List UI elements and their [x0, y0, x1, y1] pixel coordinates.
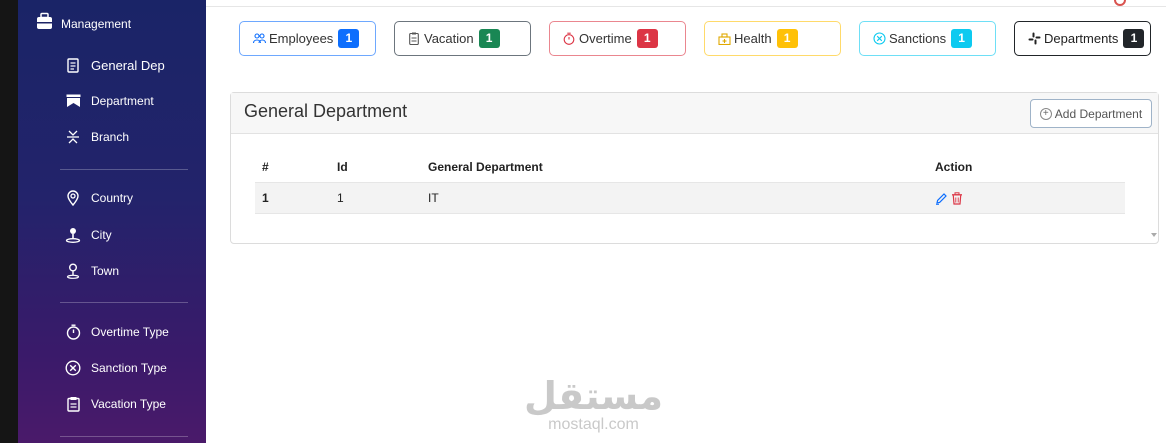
sidebar-divider	[60, 169, 188, 170]
tab-label: Overtime	[579, 31, 632, 46]
watermark: مستقل mostaql.com	[524, 374, 663, 434]
tab-label: Sanctions	[889, 31, 947, 46]
top-bar	[206, 0, 1166, 7]
scroll-down-arrow-icon[interactable]	[1151, 233, 1157, 237]
cell-number: 1	[255, 182, 330, 214]
sidebar-item-overtime-type[interactable]: Overtime Type	[64, 323, 169, 341]
tab-label: Employees	[269, 31, 334, 46]
calendar-icon	[64, 395, 82, 413]
count-badge: 1	[338, 29, 360, 48]
count-badge: 1	[636, 29, 658, 48]
map-pin-icon	[64, 262, 82, 280]
sidebar-item-department[interactable]: Department	[64, 92, 154, 110]
stopwatch-icon	[64, 323, 82, 341]
stopwatch-icon	[562, 32, 576, 46]
general-department-card: General Department + Add Department # Id…	[230, 92, 1159, 244]
column-header-id: Id	[330, 153, 421, 183]
person-pin-icon	[64, 226, 82, 244]
tab-health[interactable]: Health 1	[704, 21, 841, 56]
sidebar-item-label: Department	[91, 94, 154, 108]
sidebar-divider	[60, 436, 188, 437]
delete-trash-icon[interactable]	[951, 190, 963, 205]
sidebar-item-sanction-type[interactable]: Sanction Type	[64, 359, 167, 377]
cell-general-department: IT	[421, 182, 928, 214]
briefcase-icon	[36, 12, 53, 36]
slack-icon	[1027, 32, 1041, 46]
sidebar-header[interactable]: Management	[36, 12, 131, 36]
sidebar-item-branch[interactable]: Branch	[64, 128, 129, 146]
sidebar-item-label: Branch	[91, 130, 130, 144]
count-badge: 1	[951, 29, 973, 48]
column-header-action: Action	[928, 153, 1125, 183]
sidebar-header-label: Management	[61, 17, 132, 31]
card-header: General Department + Add Department	[231, 93, 1158, 134]
column-header-general-department: General Department	[421, 153, 928, 183]
tab-label: Departments	[1044, 31, 1119, 46]
plus-circle-icon: +	[1039, 107, 1052, 120]
sidebar-item-general-dep[interactable]: General Dep	[64, 56, 165, 74]
sidebar-item-label: Overtime Type	[91, 325, 169, 339]
cell-id: 1	[330, 182, 421, 214]
sidebar-item-label: Sanction Type	[91, 361, 167, 375]
sidebar: Management General Dep Department Branch…	[18, 0, 206, 443]
tab-employees[interactable]: Employees 1	[239, 21, 376, 56]
clipboard-icon	[407, 32, 421, 46]
add-department-button[interactable]: + Add Department	[1030, 99, 1152, 128]
table-header-row: # Id General Department Action	[255, 153, 1125, 183]
sidebar-item-town[interactable]: Town	[64, 262, 119, 280]
sidebar-item-label: Vacation Type	[91, 397, 166, 411]
hospital-icon	[717, 32, 731, 46]
document-icon	[64, 56, 82, 74]
sidebar-item-label: City	[91, 228, 112, 242]
watermark-arabic: مستقل	[524, 374, 663, 418]
card-title: General Department	[244, 101, 408, 121]
watermark-latin: mostaql.com	[548, 416, 639, 433]
x-circle-icon	[872, 32, 886, 46]
edit-pencil-icon[interactable]	[935, 190, 951, 205]
count-badge: 1	[776, 29, 798, 48]
column-header-number: #	[255, 153, 330, 183]
count-badge: 1	[478, 29, 500, 48]
branch-icon	[64, 128, 82, 146]
add-department-label: Add Department	[1054, 106, 1143, 121]
general-department-table: # Id General Department Action 1 1 IT	[255, 153, 1125, 214]
main-content: Employees 1 Vacation 1 Overtime 1 Health…	[206, 0, 1166, 443]
x-circle-icon	[64, 359, 82, 377]
table-row: 1 1 IT	[255, 182, 1125, 214]
sidebar-item-country[interactable]: Country	[64, 189, 133, 207]
tab-overtime[interactable]: Overtime 1	[549, 21, 686, 56]
count-badge: 1	[1123, 29, 1145, 48]
bookmark-icon	[64, 92, 82, 110]
tab-departments[interactable]: Departments 1	[1014, 21, 1151, 56]
sidebar-item-city[interactable]: City	[64, 226, 112, 244]
cell-action	[928, 182, 1125, 214]
sidebar-item-vacation-type[interactable]: Vacation Type	[64, 395, 166, 413]
sidebar-item-label: General Dep	[91, 57, 165, 73]
location-pin-icon	[64, 189, 82, 207]
sidebar-item-label: Country	[91, 191, 134, 205]
tab-label: Health	[734, 31, 772, 46]
people-icon	[252, 32, 266, 46]
tab-label: Vacation	[424, 31, 474, 46]
tab-sanctions[interactable]: Sanctions 1	[859, 21, 996, 56]
sidebar-item-label: Town	[91, 264, 120, 278]
sidebar-divider	[60, 302, 188, 303]
tab-vacation[interactable]: Vacation 1	[394, 21, 531, 56]
